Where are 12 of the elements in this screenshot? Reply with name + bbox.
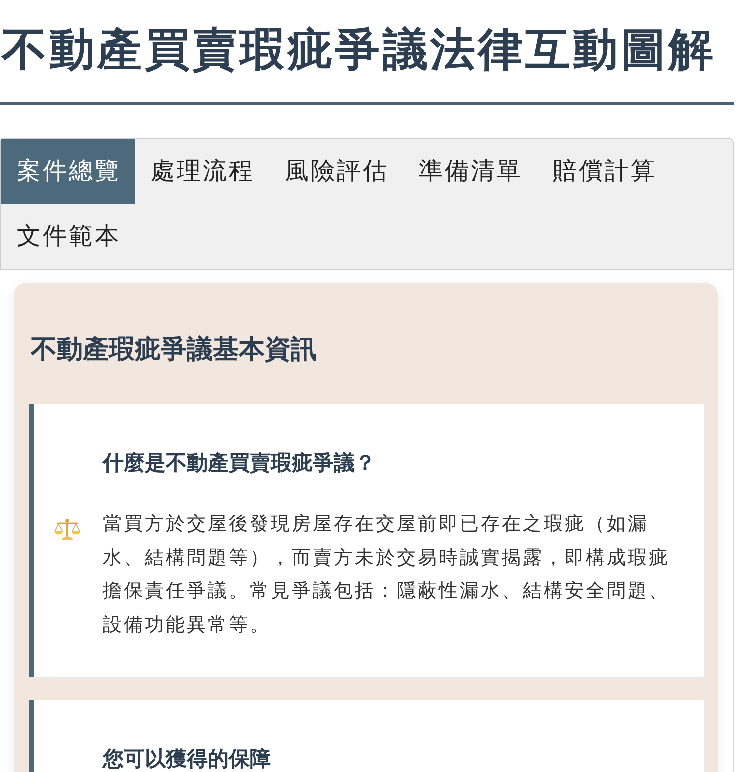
tab[interactable]: 賠償計算 [537,139,671,204]
tab[interactable]: 處理流程 [135,139,269,204]
page-title: 不動產買賣瑕疵爭議法律互動圖解 [2,22,717,78]
item-text: 當買方於交屋後發現房屋存在交屋前即已存在之瑕疵（如漏水、結構問題等），而賣方未於交易時誠實揭露，即構成瑕疵擔保責任爭議。常見爭議包括：隱蔽性漏水、結構安全問題、設備功能異常等。 [103,512,671,638]
section-heading: 不動產瑕疵爭議基本資訊 [31,334,318,367]
scales-icon [54,518,81,540]
item-title: 什麼是不動產買賣瑕疵爭議？ [103,450,377,477]
tab[interactable]: 準備清單 [403,139,537,204]
tab[interactable]: 文件範本 [1,204,135,269]
tab[interactable]: 案件總覽 [1,139,135,204]
item-title: 您可以獲得的保障 [103,746,272,772]
tab[interactable]: 風險評估 [269,139,403,204]
